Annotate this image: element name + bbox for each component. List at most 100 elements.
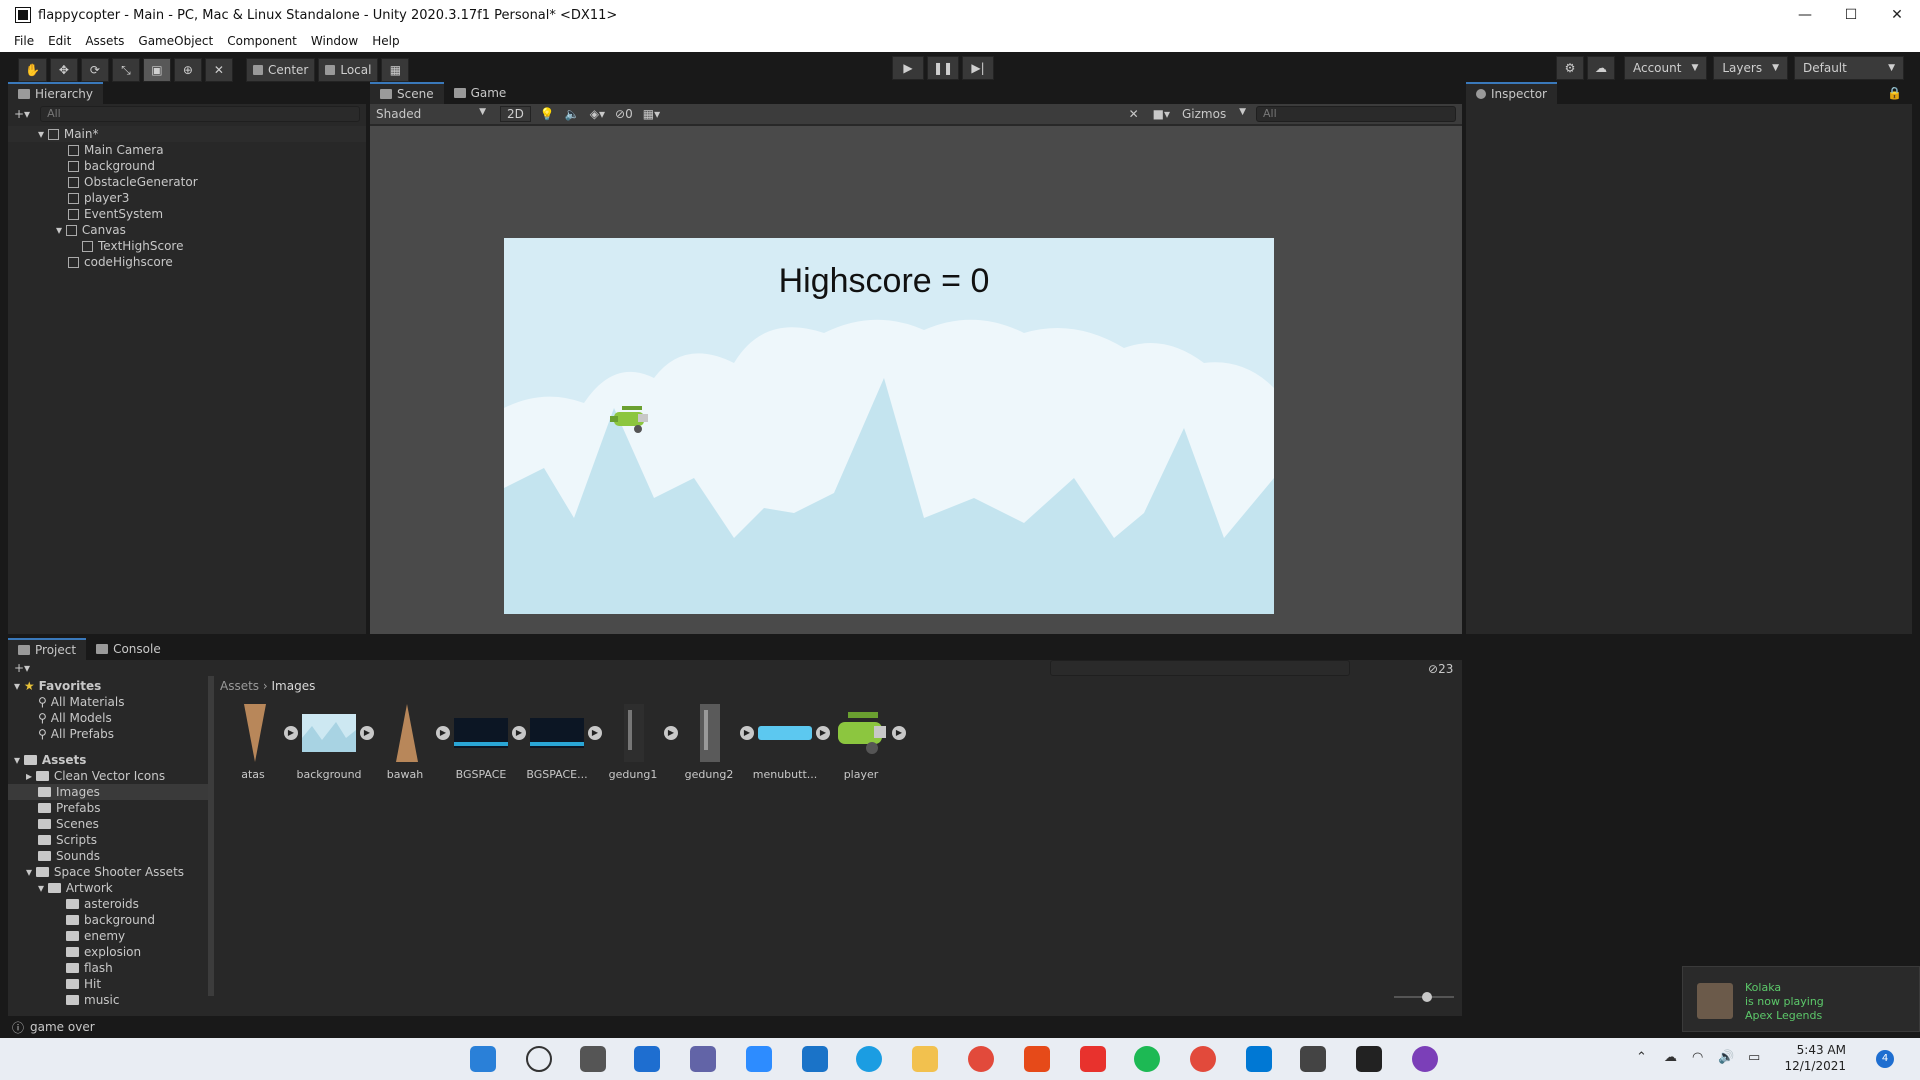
asset-item[interactable]: ▶ BGSPACE... [522, 704, 602, 781]
scene-viewport[interactable]: Highscore = 0 [370, 126, 1462, 634]
pivot-center-button[interactable]: Center [245, 58, 316, 82]
menu-help[interactable]: Help [372, 34, 399, 48]
expand-icon[interactable]: ▶ [892, 726, 906, 740]
thumbnail-size-slider[interactable] [1394, 992, 1454, 1002]
grid-icon[interactable]: ▦▾ [643, 107, 660, 121]
windows-start-icon[interactable] [470, 1046, 496, 1072]
tree-folder[interactable]: flash [8, 960, 208, 976]
layout-dropdown[interactable]: Default ▼ [1794, 56, 1904, 80]
tree-folder[interactable]: music [8, 992, 208, 1008]
transform-tool-icon[interactable]: ⊕ [173, 58, 202, 82]
tree-folder[interactable]: background [8, 912, 208, 928]
pause-icon[interactable]: ❚❚ [927, 56, 959, 80]
lock-icon[interactable]: 🔒 [1887, 86, 1902, 100]
unity-editor-icon[interactable] [1356, 1046, 1382, 1072]
close-button[interactable]: ✕ [1874, 7, 1920, 23]
toggle-2d-button[interactable]: 2D [500, 106, 531, 122]
tree-folder[interactable]: explosion [8, 944, 208, 960]
task-view-icon[interactable] [580, 1046, 606, 1072]
tray-chevron-icon[interactable]: ⌃ [1636, 1050, 1647, 1065]
effects-icon[interactable]: ◈▾ [590, 107, 605, 121]
tree-folder[interactable]: asteroids [8, 896, 208, 912]
hierarchy-search-input[interactable]: All [40, 106, 360, 122]
asset-item[interactable]: ▶ background [294, 704, 374, 781]
asset-item[interactable]: ▶ gedung1 [598, 704, 678, 781]
asset-item[interactable]: ▶ atas [218, 704, 298, 781]
hand-tool-icon[interactable]: ✋ [18, 58, 47, 82]
tree-folder[interactable]: enemy [8, 928, 208, 944]
chrome-profile-icon[interactable] [1190, 1046, 1216, 1072]
hidden-objects-icon[interactable]: ⊘0 [615, 107, 633, 121]
asset-item[interactable]: ▶ menubutt... [750, 704, 830, 781]
maximize-button[interactable]: ☐ [1828, 7, 1874, 23]
tree-folder[interactable]: ▾ Artwork [8, 880, 208, 896]
wps-icon[interactable] [1080, 1046, 1106, 1072]
zoom-icon[interactable] [746, 1046, 772, 1072]
add-icon[interactable]: +▾ [14, 661, 30, 675]
helicopter-player-sprite[interactable] [608, 402, 652, 438]
menu-edit[interactable]: Edit [48, 34, 71, 48]
chrome-icon[interactable] [968, 1046, 994, 1072]
tab-project[interactable]: Project [8, 638, 87, 660]
tab-scene[interactable]: Scene [370, 82, 444, 104]
edge-icon[interactable] [856, 1046, 882, 1072]
tab-console[interactable]: Console [86, 638, 171, 660]
battery-icon[interactable]: ▭ [1748, 1050, 1760, 1065]
custom-tool-icon[interactable]: ✕ [204, 58, 233, 82]
step-icon[interactable]: ▶| [962, 56, 994, 80]
hierarchy-scene-row[interactable]: ▾ Main* [8, 126, 366, 142]
tab-game[interactable]: Game [444, 82, 517, 104]
tools-icon[interactable]: ✕ [1129, 107, 1139, 121]
collab-icon[interactable]: ⚙ [1555, 56, 1584, 80]
hierarchy-item[interactable]: ▾ Canvas [8, 222, 366, 238]
clock[interactable]: 5:43 AM 12/1/2021 [1776, 1042, 1846, 1074]
menu-window[interactable]: Window [311, 34, 358, 48]
hidden-packages-icon[interactable]: ⊘23 [1428, 662, 1453, 676]
hierarchy-item[interactable]: background [8, 158, 366, 174]
file-explorer-icon[interactable] [912, 1046, 938, 1072]
asset-item[interactable]: ▶ bawah [370, 704, 450, 781]
tab-inspector[interactable]: Inspector [1466, 82, 1557, 104]
tree-folder-selected[interactable]: Images [8, 784, 208, 800]
vscode-icon[interactable] [1246, 1046, 1272, 1072]
hierarchy-item[interactable]: player3 [8, 190, 366, 206]
tree-folder[interactable]: Sounds [8, 848, 208, 864]
tree-folder[interactable]: Hit [8, 976, 208, 992]
tree-folder[interactable]: Scenes [8, 816, 208, 832]
gizmos-dropdown[interactable]: Gizmos ▼ [1182, 107, 1246, 121]
unity-hub-icon[interactable] [1300, 1046, 1326, 1072]
audio-icon[interactable]: 🔈 [565, 107, 580, 121]
lighting-icon[interactable]: 💡 [540, 107, 555, 121]
github-icon[interactable] [1412, 1046, 1438, 1072]
hierarchy-item[interactable]: Main Camera [8, 142, 366, 158]
office-icon[interactable] [1024, 1046, 1050, 1072]
game-canvas[interactable]: Highscore = 0 [504, 238, 1274, 614]
tab-hierarchy[interactable]: Hierarchy [8, 82, 104, 104]
scale-tool-icon[interactable]: ⤡ [111, 58, 140, 82]
spotify-icon[interactable] [1134, 1046, 1160, 1072]
tree-favorite-item[interactable]: ⚲ All Prefabs [8, 726, 208, 742]
hierarchy-item[interactable]: ObstacleGenerator [8, 174, 366, 190]
asset-item[interactable]: ▶ BGSPACE [446, 704, 526, 781]
project-search-input[interactable] [1050, 660, 1350, 676]
layers-dropdown[interactable]: Layers ▼ [1713, 56, 1788, 80]
hierarchy-item[interactable]: EventSystem [8, 206, 366, 222]
notification-badge[interactable]: 4 [1876, 1050, 1894, 1068]
mail-icon[interactable] [802, 1046, 828, 1072]
hierarchy-item[interactable]: TextHighScore [8, 238, 366, 254]
tree-folder[interactable]: Prefabs [8, 800, 208, 816]
tree-assets[interactable]: ▾ Assets [8, 752, 208, 768]
breadcrumb-item[interactable]: Images [272, 679, 316, 693]
tree-folder[interactable]: ▸ Clean Vector Icons [8, 768, 208, 784]
discord-notification[interactable]: Kolaka is now playing Apex Legends [1682, 966, 1920, 1032]
snap-icon[interactable]: ▦ [381, 58, 410, 82]
asset-item[interactable]: ▶ player [826, 704, 906, 781]
menu-assets[interactable]: Assets [85, 34, 124, 48]
teams-chat-icon[interactable] [690, 1046, 716, 1072]
menu-file[interactable]: File [14, 34, 34, 48]
status-message[interactable]: game over [30, 1020, 95, 1034]
asset-item[interactable]: ▶ gedung2 [674, 704, 754, 781]
add-icon[interactable]: +▾ [14, 107, 30, 121]
rect-tool-icon[interactable]: ▣ [142, 58, 171, 82]
slider-handle[interactable] [1422, 992, 1432, 1002]
